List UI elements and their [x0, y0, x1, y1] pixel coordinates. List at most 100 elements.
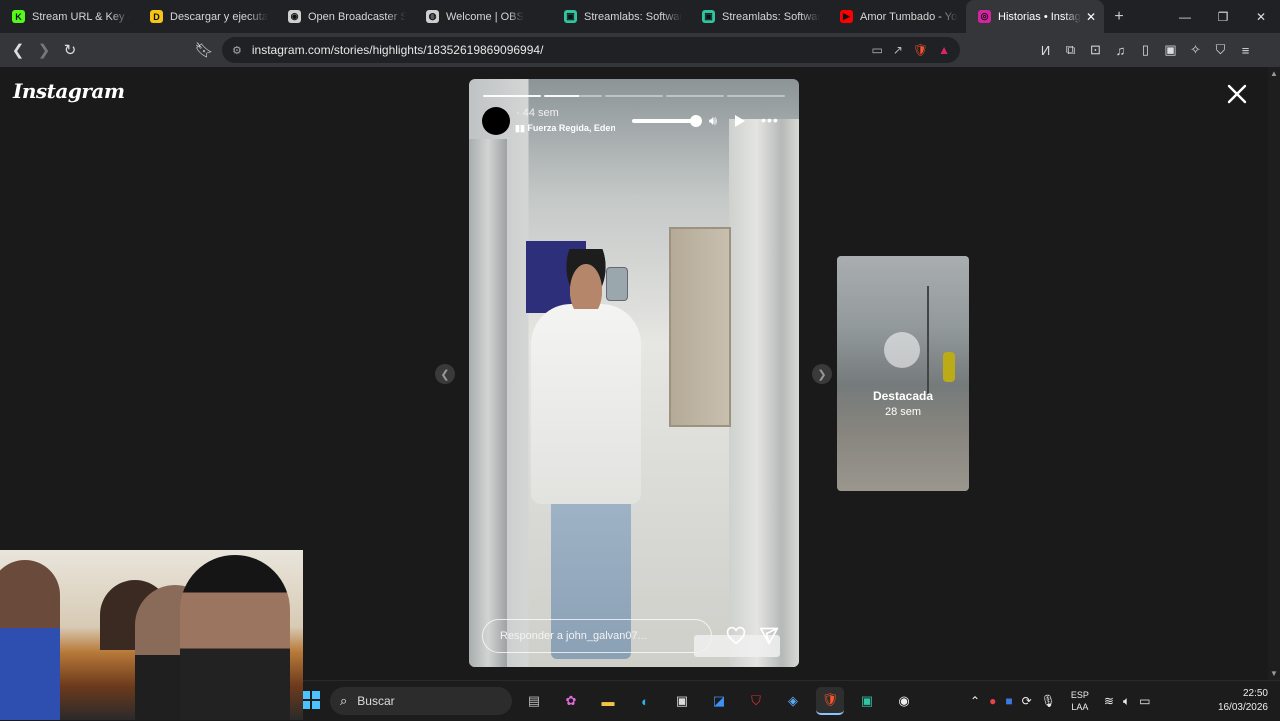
copilot-icon[interactable]: ✿: [557, 687, 585, 715]
story-progress-bar: [483, 95, 785, 97]
tray-app-icon[interactable]: ●: [989, 694, 996, 708]
scroll-up-icon[interactable]: ▲: [1270, 69, 1278, 78]
webcam-person-right: [180, 555, 290, 720]
taskbar-search[interactable]: ⌕ Buscar: [330, 687, 512, 715]
reply-input[interactable]: Responder a john_galvan07...: [482, 619, 712, 653]
edge-icon[interactable]: ◐: [631, 687, 659, 715]
story-progress-segment: [483, 95, 541, 97]
leo-ai-icon[interactable]: ✧: [1186, 42, 1205, 58]
task-view-icon[interactable]: ▤: [520, 687, 548, 715]
brave-browser-icon[interactable]: 🛡︎: [816, 687, 844, 715]
reload-icon: ↻: [63, 42, 77, 59]
browser-nav-bar: ❮ ❯ ↻ 🔖︎ ⚙ instagram.com/stories/highlig…: [0, 33, 1280, 67]
restore-button[interactable]: ❐: [1204, 10, 1242, 24]
browser-tab[interactable]: ◍ Welcome | OBS: [414, 0, 552, 33]
browser-tab[interactable]: K Stream URL & Key - K: [0, 0, 138, 33]
browser-tab[interactable]: ▶ Amor Tumbado - You: [828, 0, 966, 33]
obs-icon[interactable]: ◉: [890, 687, 918, 715]
extensions-puzzle-icon[interactable]: ⧉: [1061, 42, 1080, 58]
story-image-mirror-frame-right: [729, 119, 799, 667]
browser-tab[interactable]: ▣ Streamlabs: Software: [690, 0, 828, 33]
browser-tab[interactable]: ▣ Streamlabs: Software: [552, 0, 690, 33]
share-icon[interactable]: ↗: [893, 43, 903, 57]
wifi-icon[interactable]: ≋: [1104, 694, 1114, 708]
previous-story-button[interactable]: ❮: [435, 364, 455, 384]
story-image-door: [669, 227, 731, 427]
like-heart-icon[interactable]: [726, 626, 746, 646]
tray-blue-icon[interactable]: ■: [1005, 694, 1012, 708]
tab-title: Historias • Instag: [998, 10, 1081, 23]
tab-title: Welcome | OBS: [446, 10, 524, 23]
next-highlight-preview[interactable]: Destacada 28 sem: [837, 256, 969, 491]
tray-sync-icon[interactable]: ⟳: [1022, 694, 1032, 708]
tab-list: K Stream URL & Key - K D Descargar y ejecut…: [0, 0, 1104, 33]
scroll-down-icon[interactable]: ▼: [1270, 669, 1278, 678]
tab-favicon-icon: ▶: [840, 10, 853, 23]
story-card[interactable]: · 44 sem ▮▮ Fuerza Regida, Eden 🔊︎ ••• R…: [469, 79, 799, 667]
language-indicator[interactable]: ESP LAA: [1071, 689, 1089, 713]
streamlabs-icon[interactable]: ▣: [853, 687, 881, 715]
sidebar-icon[interactable]: ▯: [1136, 42, 1155, 58]
extension-icon[interactable]: И: [1036, 43, 1055, 58]
brave-rewards-icon[interactable]: ▲: [938, 43, 950, 57]
tray-overflow-icon[interactable]: ⌃: [970, 694, 980, 708]
bookmark-icon: 🔖︎: [194, 42, 214, 59]
volume-icon[interactable]: 🔊︎: [704, 112, 722, 130]
media-icon[interactable]: ♫: [1111, 43, 1130, 58]
story-avatar[interactable]: [482, 107, 510, 135]
toolbar-right: И ⧉ ⊡ ♫ ▯ ▣ ✧ ⛉ ≡: [1036, 33, 1255, 67]
tab-title: Stream URL & Key - K: [32, 10, 130, 23]
brave-shields-icon[interactable]: 🛡︎: [913, 43, 928, 57]
new-tab-button[interactable]: +: [1104, 8, 1134, 26]
reload-button[interactable]: ↻: [57, 37, 83, 63]
battery-icon[interactable]: ▭: [1139, 694, 1150, 708]
volume-knob[interactable]: [690, 115, 702, 127]
chevron-right-icon: ❯: [817, 368, 827, 381]
highlight-name: Destacada: [872, 389, 934, 403]
send-message-icon[interactable]: [759, 626, 779, 646]
cast-icon[interactable]: ▭: [871, 43, 882, 57]
page-scrollbar[interactable]: ▲ ▼: [1268, 67, 1280, 680]
forward-button[interactable]: ❯: [31, 37, 57, 63]
vpn-icon[interactable]: ⛉: [1211, 42, 1230, 58]
menu-icon[interactable]: ≡: [1236, 43, 1255, 58]
search-icon: ⌕: [340, 693, 348, 708]
browser-tab[interactable]: D Descargar y ejecutar P: [138, 0, 276, 33]
close-tab-icon[interactable]: ✕: [1082, 10, 1096, 24]
volume-slider[interactable]: [632, 115, 702, 127]
browser-tab[interactable]: ◎ Historias • Instag ✕: [966, 0, 1104, 33]
story-progress-segment: [544, 95, 602, 97]
app-cube-icon[interactable]: ◈: [779, 687, 807, 715]
wallet-icon[interactable]: ▣: [1161, 42, 1180, 58]
back-button[interactable]: ❮: [5, 37, 31, 63]
microphone-icon[interactable]: 🎙︎: [1041, 694, 1056, 708]
close-window-button[interactable]: ✕: [1242, 10, 1280, 24]
mcafee-icon[interactable]: ⛉: [742, 687, 770, 715]
taskbar-clock[interactable]: 22:50 16/03/2026: [1206, 687, 1268, 715]
site-settings-icon[interactable]: ⚙: [232, 44, 242, 57]
store-icon[interactable]: ▣: [668, 687, 696, 715]
next-story-button[interactable]: ❯: [812, 364, 832, 384]
browser-tab[interactable]: ◉ Open Broadcaster Sof: [276, 0, 414, 33]
screenshot-icon[interactable]: ⊡: [1086, 42, 1105, 58]
close-story-icon[interactable]: [1226, 83, 1248, 105]
back-arrow-icon: ❮: [11, 42, 25, 59]
start-button[interactable]: [302, 691, 320, 709]
story-progress-segment: [605, 95, 663, 97]
app-blue-icon[interactable]: ◪: [705, 687, 733, 715]
file-explorer-icon[interactable]: ▬: [594, 687, 622, 715]
story-song[interactable]: ▮▮ Fuerza Regida, Eden: [515, 123, 615, 134]
minimize-button[interactable]: —: [1166, 10, 1204, 24]
tab-favicon-icon: D: [150, 10, 163, 23]
story-time: · 44 sem: [516, 107, 559, 119]
forward-arrow-icon: ❯: [37, 42, 51, 59]
speaker-icon[interactable]: 🔈︎: [1123, 694, 1130, 709]
more-options-icon[interactable]: •••: [759, 111, 781, 129]
bookmark-button[interactable]: 🔖︎: [191, 37, 217, 63]
tab-favicon-icon: ◍: [426, 10, 439, 23]
instagram-logo[interactable]: Instagram: [13, 79, 125, 103]
tab-title: Open Broadcaster Sof: [308, 10, 406, 23]
address-bar[interactable]: ⚙ instagram.com/stories/highlights/18352…: [222, 37, 960, 63]
story-progress-segment: [666, 95, 724, 97]
play-icon[interactable]: [731, 113, 747, 129]
